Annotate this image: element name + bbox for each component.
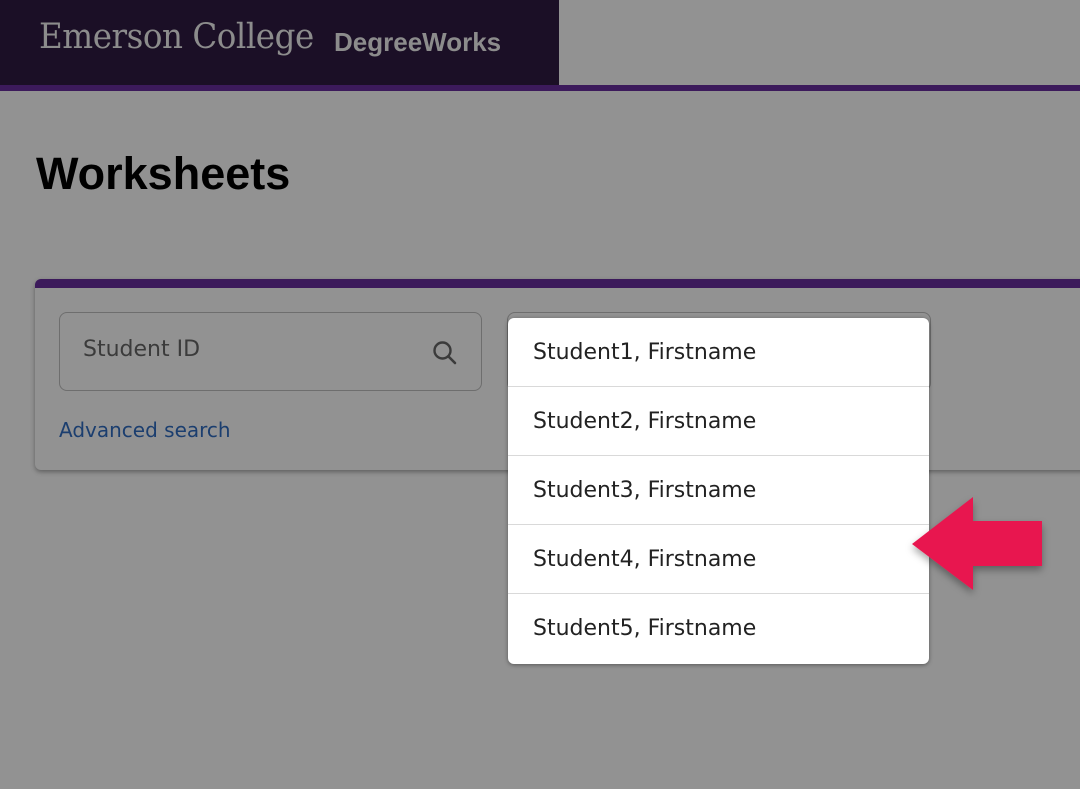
header-accent-line <box>0 85 1080 91</box>
dropdown-item-student3[interactable]: Student3, Firstname <box>508 456 929 525</box>
dropdown-item-student5[interactable]: Student5, Firstname <box>508 594 929 663</box>
arrow-shape <box>912 497 1042 590</box>
dropdown-item-student2[interactable]: Student2, Firstname <box>508 387 929 456</box>
student-id-input[interactable]: Student ID <box>59 312 482 391</box>
student-id-placeholder: Student ID <box>83 337 201 362</box>
search-icon[interactable] <box>431 339 459 367</box>
dropdown-item-student1[interactable]: Student1, Firstname <box>508 318 929 387</box>
left-arrow-annotation-icon <box>912 497 1042 590</box>
page-title: Worksheets <box>36 148 291 199</box>
app-name[interactable]: DegreeWorks <box>334 27 501 58</box>
college-logo-text[interactable]: Emerson College <box>39 17 314 57</box>
top-header-bar: Emerson College DegreeWorks <box>0 0 559 85</box>
advanced-search-link[interactable]: Advanced search <box>59 418 231 442</box>
student-dropdown-list: Student1, Firstname Student2, Firstname … <box>508 318 929 664</box>
dropdown-item-student4[interactable]: Student4, Firstname <box>508 525 929 594</box>
